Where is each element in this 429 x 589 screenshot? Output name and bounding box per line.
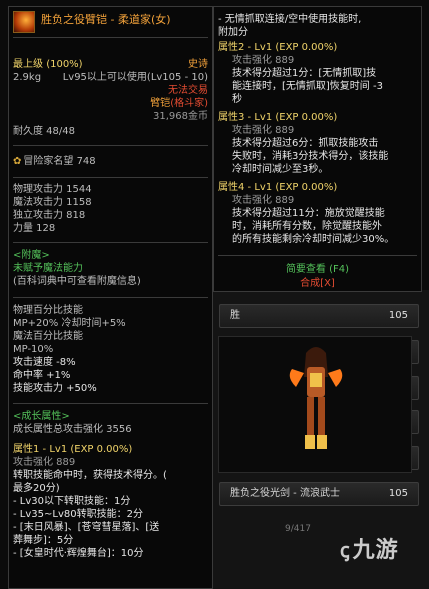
item-use-requirement: Lv95以上可以使用(Lv105 - 10) [62, 72, 208, 83]
bonus-line: MP+20% 冷却时间+5% [13, 318, 126, 329]
attr-line: 攻击强化 889 [232, 195, 295, 206]
item-trade-status: 无法交易 [168, 85, 208, 96]
brief-view-button[interactable]: 简要查看 (F4) [218, 263, 417, 276]
list-item-selected[interactable]: 胜负之役光剑 - 流浪武士 105 [219, 482, 419, 506]
divider [13, 37, 208, 38]
adventure-fame: 冒险家名望 748 [23, 156, 96, 167]
fame-icon: ✿ [13, 156, 22, 167]
growth-attr-line: - [女皇时代·辉煌舞台]：10分 [13, 548, 144, 559]
list-item-level: 105 [388, 310, 408, 321]
enchant-header: <附魔> [13, 250, 50, 261]
site-logo-text: 九游 [352, 538, 399, 563]
item-rarity: 史诗 [188, 59, 208, 70]
attr-line: 攻击强化 889 [232, 55, 295, 66]
divider [13, 242, 208, 243]
growth-attr-line: - Lv30以下转职技能：1分 [13, 496, 131, 507]
divider [13, 177, 208, 178]
growth-attr-title: 属性1 - Lv1 (EXP 0.00%) [13, 444, 133, 455]
adventure-fame-row: ✿ 冒险家名望 748 [13, 155, 208, 168]
attr-line: 失败时，消耗3分技术得分，该技能 [232, 151, 389, 162]
synthesis-button[interactable]: 合成[X] [218, 277, 417, 290]
bracer-icon [13, 11, 35, 33]
bonus-line: MP-10% [13, 344, 54, 355]
attr-line: 攻击强化 889 [232, 125, 295, 136]
growth-attr-title: 属性3 - Lv1 (EXP 0.00%) [218, 112, 338, 123]
item-class-row: 臂铠(格斗家) [13, 97, 208, 110]
attr-line: - 无情抓取连接/空中使用技能时, [218, 14, 362, 25]
bonus-line: 物理百分比技能 [13, 305, 83, 316]
stat-line: 魔法攻击力 1158 [13, 197, 92, 208]
growth-attr-line: 最多20分) [13, 483, 60, 494]
attr-line: 能连接时，[无情抓取]恢复时间 -3 [232, 81, 383, 92]
divider [218, 255, 417, 256]
growth-attributes-tooltip: - 无情抓取连接/空中使用技能时, 附加分 属性2 - Lv1 (EXP 0.0… [213, 6, 422, 292]
item-durability: 耐久度 48/48 [13, 126, 75, 137]
attr-line: 技术得分超过6分：抓取技能攻击 [232, 138, 379, 149]
item-name: 胜负之役臂铠 - 柔道家(女) [41, 13, 171, 26]
growth-attr-line: 葬舞步]：5分 [13, 535, 74, 546]
item-class-type: (格斗家) [170, 98, 208, 109]
stat-line: 独立攻击力 818 [13, 210, 86, 221]
stat-line: 物理攻击力 1544 [13, 184, 92, 195]
stat-line: 力量 128 [13, 223, 56, 234]
enchant-hint: (百科词典中可查看附魔信息) [13, 276, 141, 287]
attr-line: 冷却时间减少至3秒。 [232, 164, 329, 175]
site-logo-icon: ꞔ [340, 538, 351, 562]
enchant-line: 未赋予魔法能力 [13, 263, 83, 274]
attr-line: 技术得分超过11分：施放觉醒技能 [232, 208, 385, 219]
divider [13, 403, 208, 404]
growth-attr-line: 攻击强化 889 [13, 457, 76, 468]
growth-attr-line: - Lv35~Lv80转职技能：2分 [13, 509, 143, 520]
list-item[interactable]: 胜 105 [219, 304, 419, 328]
attr-line: 的所有技能剩余冷却时间减少30%。 [232, 234, 395, 245]
item-price: 31,968金币 [153, 111, 208, 122]
attr-line: 秒 [232, 94, 242, 105]
growth-attr-line: - [末日风暴]、[苍穹彗星落]、[送 [13, 522, 160, 533]
list-item-name: 胜 [230, 310, 240, 321]
attr-line: 时，消耗所有分数，除觉醒技能外 [232, 221, 382, 232]
growth-attr-line: 转职技能命中时，获得技术得分。( [13, 470, 167, 481]
growth-attr-title: 属性4 - Lv1 (EXP 0.00%) [218, 182, 338, 193]
list-item-name: 胜负之役光剑 - 流浪武士 [230, 488, 340, 499]
character-figure [289, 347, 343, 449]
character-preview [218, 336, 412, 473]
item-class: 臂铠 [150, 98, 171, 109]
page-indicator: 9/417 [285, 524, 311, 534]
site-watermark: ꞔ九游 [340, 540, 399, 562]
bonus-line: 魔法百分比技能 [13, 331, 83, 342]
divider [13, 145, 208, 146]
bonus-line: 技能攻击力 +50% [13, 383, 97, 394]
bonus-line: 命中率 +1% [13, 370, 71, 381]
bonus-line: 攻击速度 -8% [13, 357, 76, 368]
divider [13, 297, 208, 298]
item-tooltip: 胜负之役臂铠 - 柔道家(女) 最上级 (100%) 史诗 2.9kg Lv95… [8, 6, 213, 589]
growth-header: <成长属性> [13, 411, 70, 422]
list-item-level: 105 [388, 488, 408, 499]
attr-line: 附加分 [218, 27, 248, 38]
attr-line: 技术得分超过1分：[无情抓取]技 [232, 68, 377, 79]
growth-attr-title: 属性2 - Lv1 (EXP 0.00%) [218, 42, 338, 53]
growth-total: 成长属性总攻击强化 3556 [13, 424, 132, 435]
